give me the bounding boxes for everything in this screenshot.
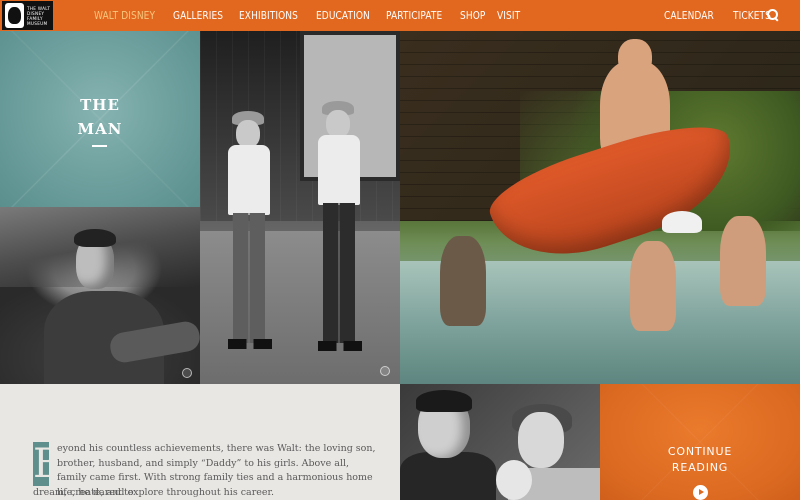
expand-dot-icon[interactable]	[380, 366, 390, 376]
walt-portrait-logo-icon	[5, 3, 24, 28]
continue-reading-button[interactable]: Continue Reading	[600, 384, 800, 500]
museum-logo[interactable]: The Walt Disney Family Museum	[2, 1, 53, 30]
photo-baby	[496, 460, 532, 500]
drop-cap: B	[33, 442, 49, 486]
nav-walt-disney[interactable]: Walt Disney	[94, 10, 155, 22]
photo-swim-cap	[662, 211, 702, 233]
photo-family-portrait[interactable]	[400, 384, 600, 500]
nav-exhibitions[interactable]: Exhibitions	[239, 10, 298, 22]
nav-tickets[interactable]: Tickets	[733, 10, 771, 22]
nav-education[interactable]: Education	[316, 10, 370, 22]
tile-title: THE MAN	[77, 96, 123, 138]
top-navigation-bar: The Walt Disney Family Museum Walt Disne…	[0, 0, 800, 31]
photo-pool-boat-scene[interactable]	[400, 31, 800, 384]
nav-galleries[interactable]: Galleries	[173, 10, 223, 22]
nav-visit[interactable]: Visit	[497, 10, 520, 22]
photo-walt-portrait[interactable]	[0, 207, 200, 384]
nav-calendar[interactable]: Calendar	[664, 10, 714, 22]
photo-two-men-standing[interactable]	[200, 31, 400, 384]
story-paragraph-last-line: dream, create, and explore throughout hi…	[33, 487, 274, 498]
main-nav: Walt Disney Galleries Exhibitions Educat…	[94, 0, 532, 31]
photo-sidewalk	[200, 231, 400, 384]
title-underline	[92, 145, 107, 147]
nav-participate[interactable]: Participate	[386, 10, 442, 22]
play-icon[interactable]	[693, 485, 708, 500]
logo-wordmark: The Walt Disney Family Museum	[27, 5, 51, 26]
nav-shop[interactable]: Shop	[460, 10, 485, 22]
photo-mother-face	[518, 412, 564, 468]
search-icon[interactable]	[767, 9, 779, 21]
expand-dot-icon[interactable]	[182, 368, 192, 378]
the-man-tile[interactable]: THE MAN	[0, 31, 200, 207]
continue-reading-label: Continue Reading	[667, 445, 733, 474]
